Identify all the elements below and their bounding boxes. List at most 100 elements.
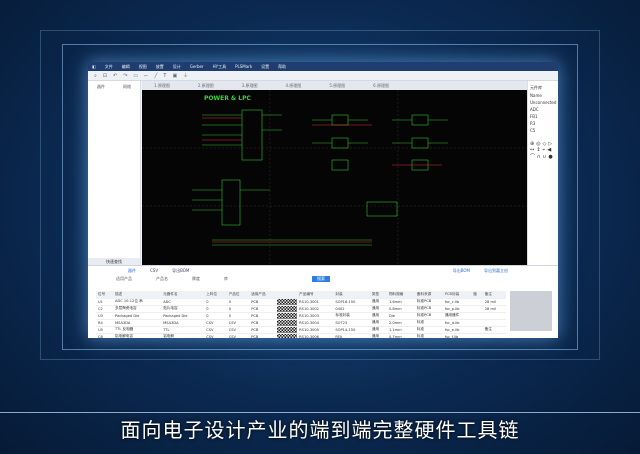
table-cell: MSA3DA: [161, 319, 205, 327]
table-cell: 标准: [414, 319, 443, 327]
library-item[interactable]: C5: [530, 128, 556, 133]
filter-thickness[interactable]: 厚度: [192, 276, 200, 282]
table-cell: 铝电解电容: [113, 333, 162, 338]
column-header[interactable]: 备注: [482, 291, 506, 299]
table-cell: RS10-3005: [297, 326, 334, 334]
column-header[interactable]: [277, 291, 298, 299]
filter-product[interactable]: 适用产品: [116, 276, 132, 282]
search-icon[interactable]: ⌕: [94, 73, 97, 79]
table-cell: RS10-3001: [297, 298, 334, 306]
sheet-tab[interactable]: 5.原理图: [329, 83, 345, 89]
table-cell: PCB: [249, 319, 278, 327]
column-header[interactable]: 类型: [369, 291, 387, 299]
library-item[interactable]: ADC: [530, 107, 556, 112]
table-cell: C6: [96, 333, 114, 338]
redo-icon[interactable]: ↷: [123, 73, 127, 79]
table-row[interactable]: C6 铝电解电容 铝电解 CSV CSV PCB RS10-3006 RFA 通用 0.7mm 标准…: [96, 333, 506, 338]
subtitle: 面向电子设计产业的端到端完整硬件工具链: [120, 418, 520, 442]
table-row[interactable]: U3 Packaged Die Packaged Die 0 0 PCB RS10-3003…: [96, 312, 506, 320]
menu-item[interactable]: 设置: [261, 64, 269, 70]
table-cell: 1.6mm: [386, 298, 415, 306]
library-item[interactable]: R3: [530, 121, 556, 126]
table-cell: 标准: [414, 326, 443, 334]
menu-item[interactable]: HY工具: [213, 64, 226, 70]
export-link[interactable]: 导出到嘉立创: [484, 268, 508, 274]
filter-library[interactable]: 库: [224, 276, 228, 282]
sheet-tab[interactable]: 3.原理图: [242, 83, 258, 89]
table-row[interactable]: U5 TTL 反相器 TTL CSV CSV PCB RS10-3005 SOP14-150 通…: [96, 326, 506, 334]
table-row[interactable]: U1 ADC 10-12位 串 ADC 0 0 PCB RS10-3001 SOP16-150…: [96, 298, 506, 306]
column-header[interactable]: 物料规格: [386, 291, 415, 299]
table-cell: CSV: [226, 319, 250, 327]
table-cell: 0: [204, 298, 227, 306]
menu-item[interactable]: 编辑: [122, 64, 130, 70]
table-cell: 0: [204, 312, 227, 320]
filter-name[interactable]: 产品名: [156, 276, 168, 282]
tab-csv[interactable]: CSV: [150, 268, 158, 273]
wire-icon[interactable]: ⌐: [144, 73, 148, 79]
column-header[interactable]: 产品位: [226, 291, 250, 299]
table-cell: C2: [96, 305, 114, 313]
column-header[interactable]: 产品编号: [297, 291, 334, 299]
column-header[interactable]: 位号: [96, 291, 114, 299]
column-header[interactable]: 上料位: [204, 291, 227, 299]
component-icon[interactable]: ▣: [172, 73, 177, 79]
menu-item[interactable]: 设计: [173, 64, 181, 70]
table-cell: Die: [386, 312, 415, 320]
sheet-tabs: 1.原理图 2.原理图 3.原理图 4.原理图 5.原理图 6.原理图: [142, 81, 527, 90]
library-item[interactable]: Name: [530, 93, 556, 98]
schematic-canvas[interactable]: POWER & LPC: [142, 90, 527, 265]
table-cell: PCB: [249, 326, 278, 334]
tab-components[interactable]: 器件: [97, 84, 105, 90]
bus-icon[interactable]: ╱: [154, 73, 157, 79]
sheet-tab[interactable]: 2.原理图: [198, 83, 214, 89]
column-header[interactable]: 封装: [333, 291, 370, 299]
undo-icon[interactable]: ↶: [113, 73, 117, 79]
tab-export-bom[interactable]: 导出BOM: [172, 268, 189, 274]
table-cell: SOT23: [333, 319, 370, 327]
column-header[interactable]: 描述: [113, 291, 162, 299]
library-item[interactable]: FB1: [530, 114, 556, 119]
table-row[interactable]: R4 MSA3DA MSA3DA CSV CSV PCB RS10-3004 SOT23 通用 2…: [96, 319, 506, 327]
table-row[interactable]: C2 多层陶瓷电容 贴片电容 0 0 PCB RS10-3002 0402 通用 0.8mm 标准P…: [96, 305, 506, 313]
quick-find[interactable]: 快速查找: [88, 258, 140, 265]
table-cell: RS10-3004: [297, 319, 334, 327]
menu-item[interactable]: Gerber: [190, 64, 204, 69]
table-cell: [471, 312, 483, 320]
sheet-tab[interactable]: 6.原理图: [373, 83, 389, 89]
menu-item[interactable]: 视图: [139, 64, 147, 70]
power-icon[interactable]: ⏚: [183, 72, 188, 79]
zoom-icon[interactable]: ⊡: [103, 73, 107, 79]
column-header[interactable]: 备料来源: [414, 291, 443, 299]
search-button[interactable]: 搜索: [312, 276, 330, 282]
sheet-tab[interactable]: 1.原理图: [154, 83, 170, 89]
menu-item[interactable]: 放置: [156, 64, 164, 70]
menu-item[interactable]: 文件: [105, 64, 113, 70]
tab-nets[interactable]: 网络: [123, 84, 131, 90]
scrollbar[interactable]: [510, 291, 552, 331]
sheet-tab[interactable]: 4.原理图: [285, 83, 301, 89]
table-cell: CSV: [226, 333, 250, 338]
table-cell: CSV: [204, 326, 227, 334]
text-icon[interactable]: T: [163, 73, 166, 79]
tab-components[interactable]: 器件: [128, 268, 136, 274]
table-cell: 多层陶瓷电容: [113, 305, 162, 313]
table-cell: 0: [226, 298, 250, 306]
menu-item[interactable]: PLSMark: [235, 64, 252, 69]
left-panel: 器件 网络 快速查找: [88, 81, 141, 265]
table-cell: MSA3DA: [113, 319, 162, 327]
library-item[interactable]: Unconnected: [530, 100, 556, 105]
select-icon[interactable]: ▭: [133, 73, 138, 79]
column-header[interactable]: 元器件名: [161, 291, 205, 299]
menu-item[interactable]: 帮助: [278, 64, 286, 70]
table-cell: fsc_c.lib: [442, 298, 472, 306]
table-cell: U1: [96, 298, 114, 306]
table-cell: 0.8mm: [386, 305, 415, 313]
table-cell: Packaged Die: [161, 312, 205, 320]
column-header[interactable]: 值: [471, 291, 483, 299]
table-cell: [482, 319, 506, 327]
column-header[interactable]: PCB封装: [442, 291, 472, 299]
export-bom-link[interactable]: 导出BOM: [453, 268, 470, 274]
table-cell: 贴片电容: [161, 305, 205, 313]
column-header[interactable]: 适用产品: [249, 291, 278, 299]
